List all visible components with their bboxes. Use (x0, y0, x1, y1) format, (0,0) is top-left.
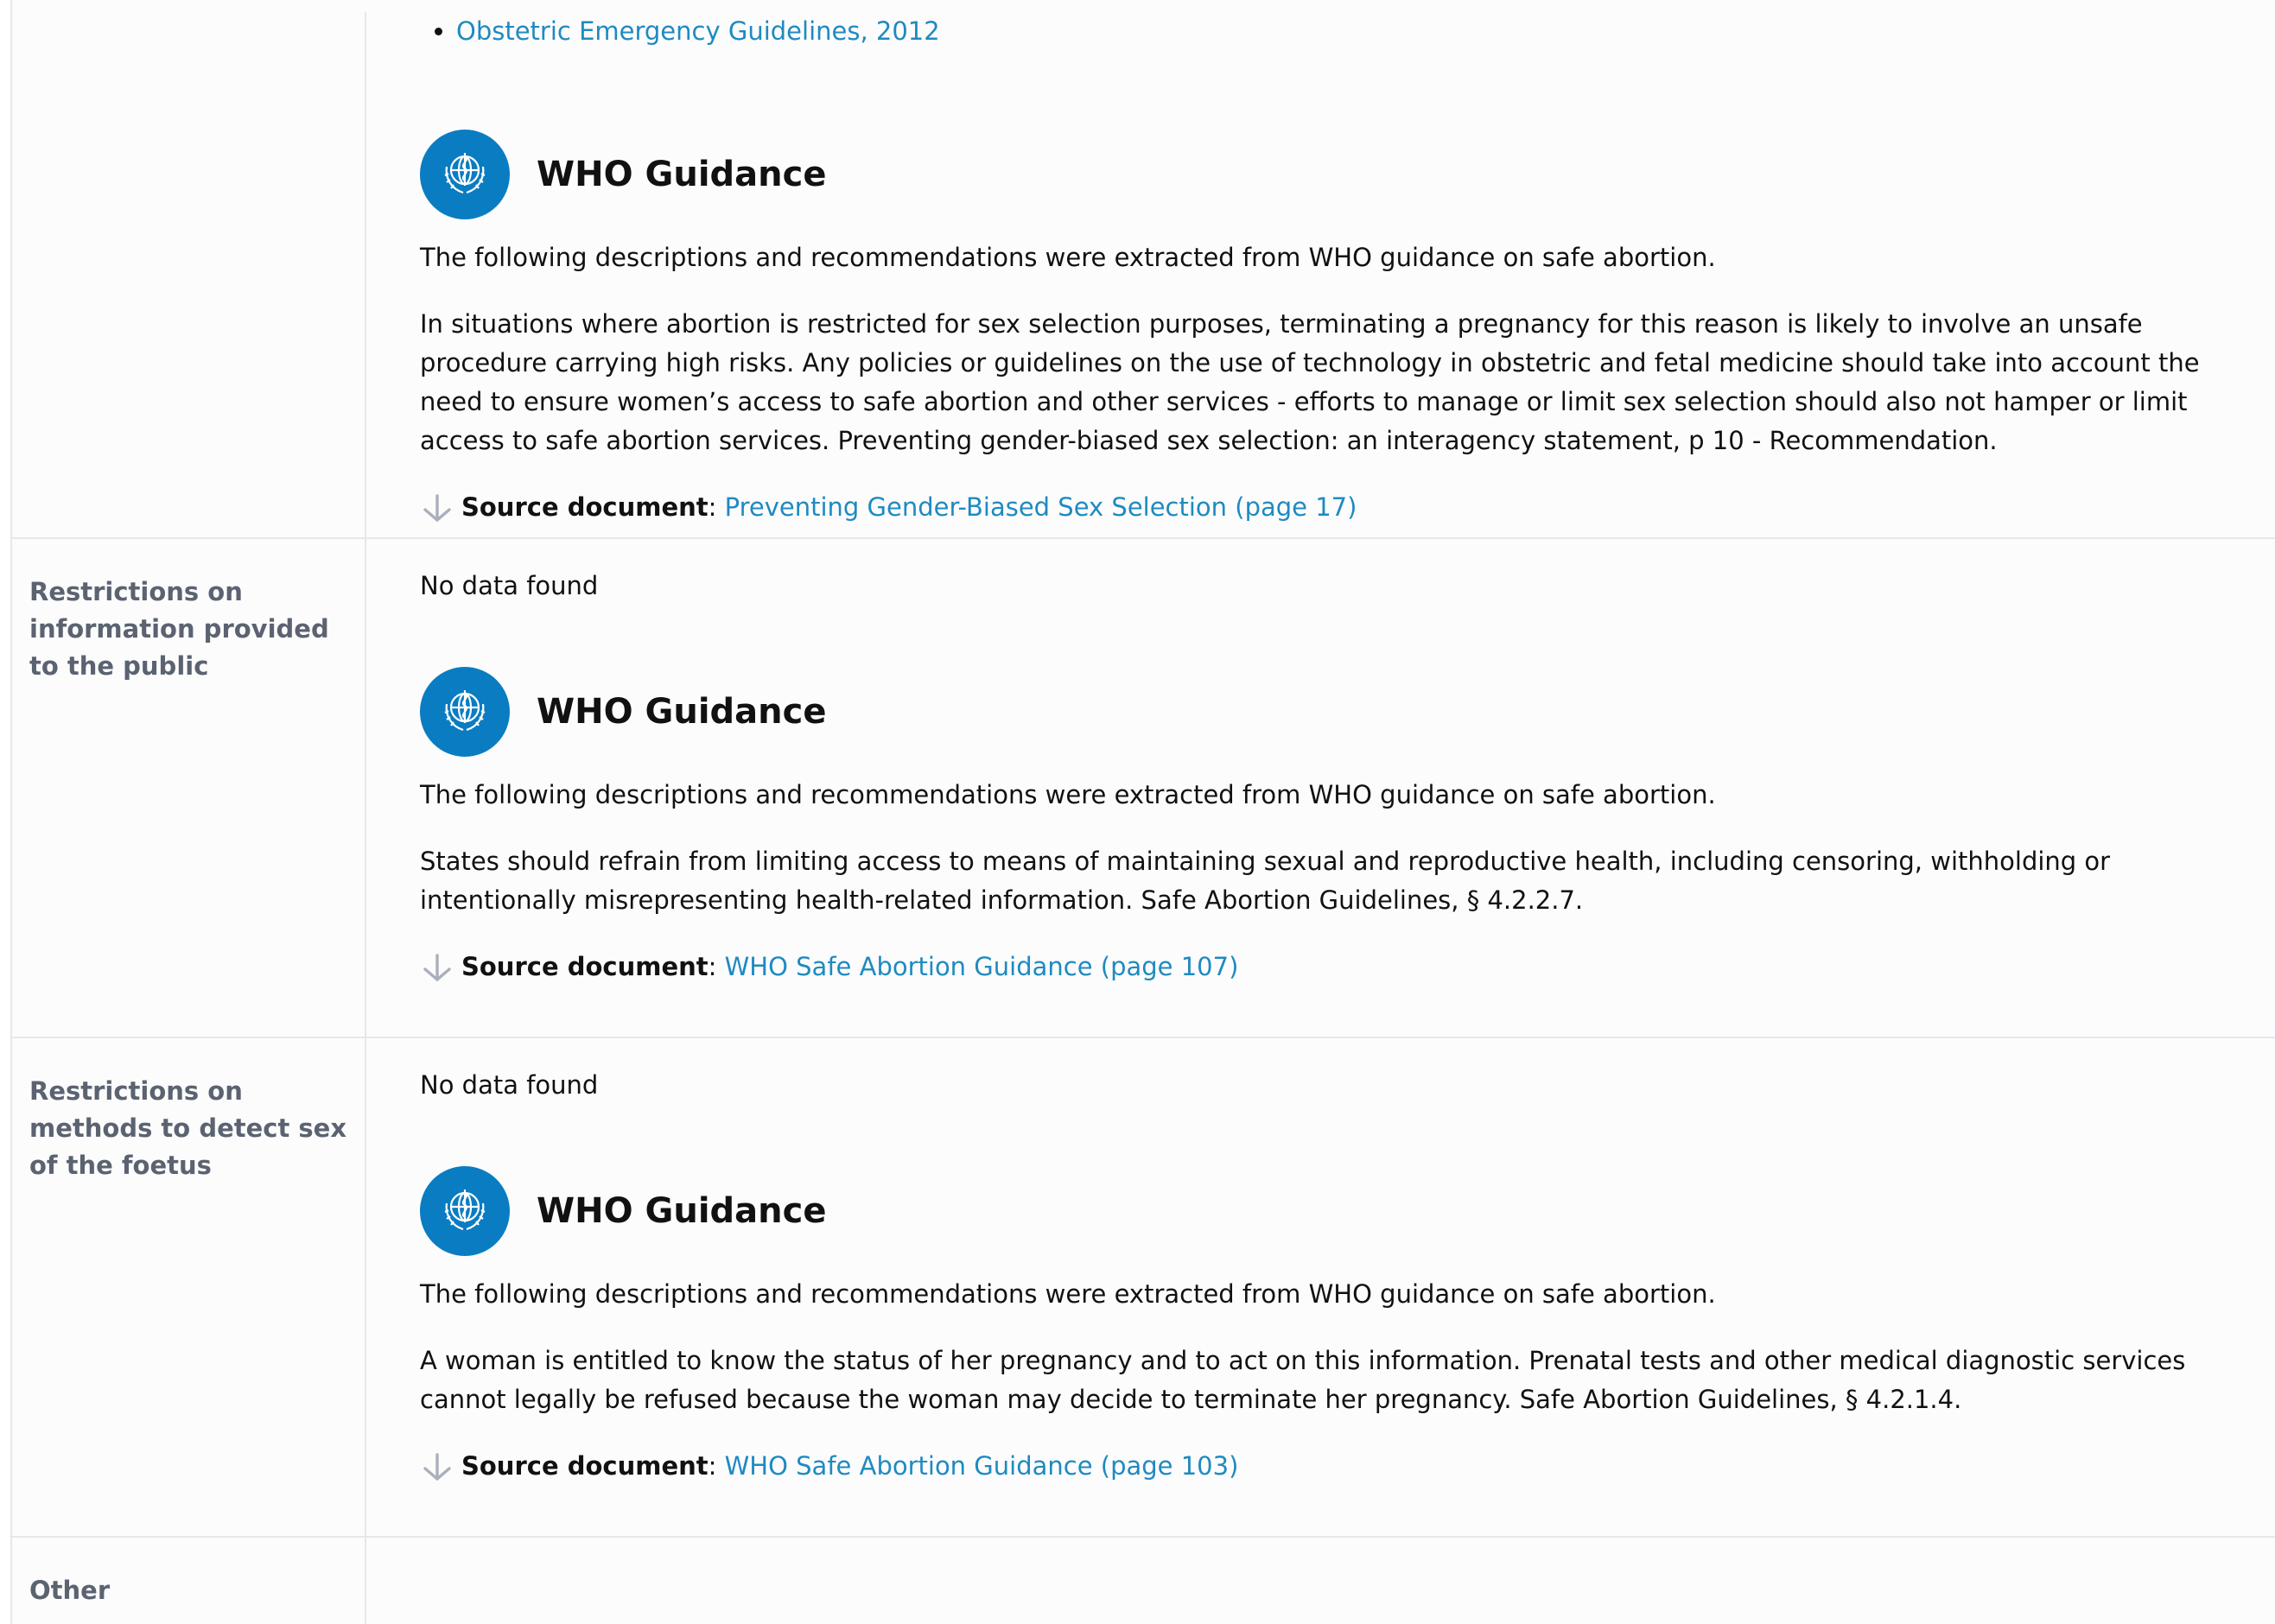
source-document-link[interactable]: Preventing Gender-Biased Sex Selection (… (725, 488, 1357, 527)
who-guidance-header: WHO Guidance (420, 667, 2252, 757)
who-guidance-title: WHO Guidance (537, 154, 827, 194)
row-separator (12, 1536, 2275, 1538)
row-label-other: Other (29, 1576, 111, 1605)
source-label: Source document (461, 1451, 709, 1481)
source-document: Source document: Preventing Gender-Biase… (420, 488, 2252, 527)
who-intro-text: The following descriptions and recommend… (420, 780, 1716, 809)
list-item: Obstetric Emergency Guidelines, 2012 (456, 12, 2252, 51)
source-separator: : (708, 1451, 725, 1481)
who-emblem-icon (420, 667, 510, 757)
source-label: Source document (461, 492, 709, 522)
row-2-content: No data found WHO Guidance The following… (420, 568, 2252, 986)
who-recommendation-text: In situations where abortion is restrict… (420, 309, 2200, 455)
document-link[interactable]: Obstetric Emergency Guidelines, 2012 (456, 16, 940, 46)
who-intro-text: The following descriptions and recommend… (420, 1279, 1716, 1309)
no-data-text: No data found (420, 1070, 599, 1100)
arrow-down-icon (423, 493, 451, 522)
guidance-table: Obstetric Emergency Guidelines, 2012 (10, 0, 2275, 1624)
source-document: Source document: WHO Safe Abortion Guida… (420, 1447, 2252, 1486)
row-label-sex-detection-restrictions: Restrictions on methods to detect sex of… (29, 1076, 347, 1180)
row-3-content: No data found WHO Guidance The following… (420, 1067, 2252, 1486)
row-separator (12, 1037, 2275, 1038)
row-1-content: Obstetric Emergency Guidelines, 2012 (420, 12, 2252, 51)
who-guidance-title: WHO Guidance (537, 691, 827, 732)
who-emblem-icon (420, 130, 510, 219)
column-divider (365, 12, 366, 1624)
arrow-down-icon (423, 953, 451, 981)
who-emblem-icon (420, 1166, 510, 1256)
who-guidance-title: WHO Guidance (537, 1190, 827, 1231)
source-document-link[interactable]: WHO Safe Abortion Guidance (page 103) (725, 1447, 1239, 1486)
source-document-link[interactable]: WHO Safe Abortion Guidance (page 107) (725, 948, 1239, 986)
who-recommendation-text: States should refrain from limiting acce… (420, 847, 2111, 915)
source-label: Source document (461, 952, 709, 981)
who-guidance-header: WHO Guidance (420, 1166, 2252, 1256)
source-separator: : (708, 952, 725, 981)
who-guidance-block-1: WHO Guidance The following descriptions … (420, 130, 2252, 527)
who-intro-text: The following descriptions and recommend… (420, 243, 1716, 272)
row-separator (12, 537, 2275, 539)
no-data-text: No data found (420, 571, 599, 600)
row-label-information-restrictions: Restrictions on information provided to … (29, 577, 329, 681)
who-recommendation-text: A woman is entitled to know the status o… (420, 1346, 2186, 1414)
document-list: Obstetric Emergency Guidelines, 2012 (420, 12, 2252, 51)
source-document: Source document: WHO Safe Abortion Guida… (420, 948, 2252, 986)
arrow-down-icon (423, 1452, 451, 1481)
source-separator: : (708, 492, 725, 522)
who-guidance-header: WHO Guidance (420, 130, 2252, 219)
